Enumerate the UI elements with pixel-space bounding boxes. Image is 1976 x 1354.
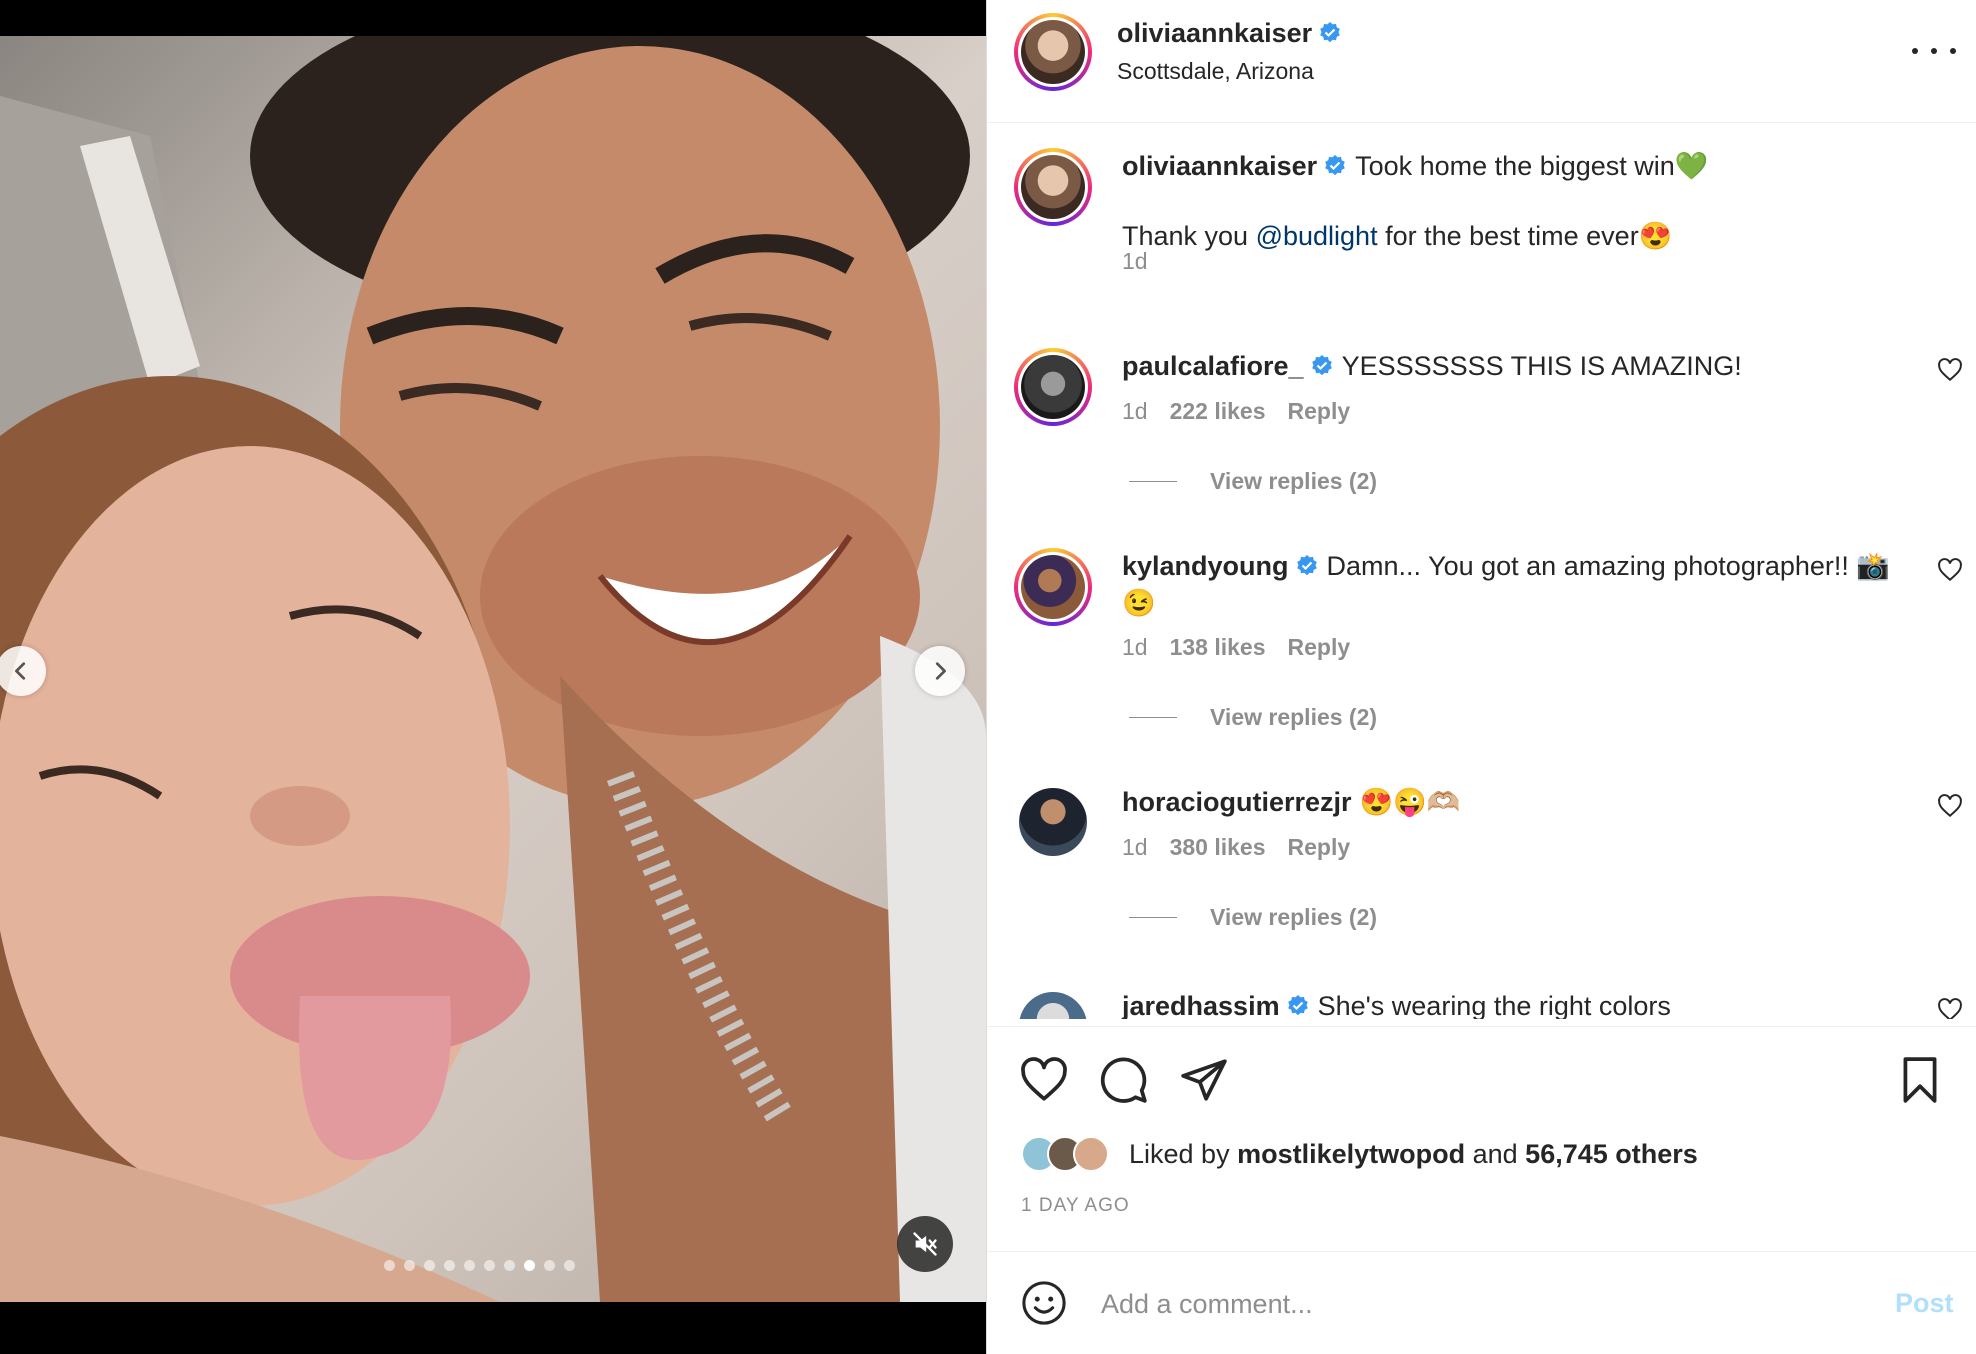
post-photo xyxy=(0,36,986,1302)
comment-likes[interactable]: 380 likes xyxy=(1170,834,1266,861)
comment-time[interactable]: 1d xyxy=(1122,634,1148,661)
carousel-dot xyxy=(484,1260,495,1271)
verified-badge-icon xyxy=(1311,355,1332,376)
view-replies-button[interactable]: View replies (2) xyxy=(1129,468,1377,495)
commenter-avatar[interactable] xyxy=(1014,548,1092,626)
post-actions: Liked by mostlikelytwopod and 56,745 oth… xyxy=(987,1026,1976,1252)
verified-badge-icon xyxy=(1320,22,1340,43)
caption-line-1: Took home the biggest win💚 xyxy=(1355,151,1709,181)
next-slide-button[interactable] xyxy=(915,646,965,696)
comment-bubble-icon[interactable] xyxy=(1099,1055,1149,1105)
post-header: oliviaannkaiser Scottsdale, Arizona xyxy=(987,0,1976,123)
commenter-avatar[interactable] xyxy=(1019,788,1087,856)
reply-button[interactable]: Reply xyxy=(1288,398,1351,425)
comment-time[interactable]: 1d xyxy=(1122,834,1148,861)
comment-meta: 1d 138 likes Reply xyxy=(1122,634,1350,661)
divider xyxy=(1129,917,1177,918)
add-comment-bar: Post xyxy=(987,1252,1976,1354)
comment-body: YESSSSSSS THIS IS AMAZING! xyxy=(1341,351,1742,381)
like-comment-heart-icon[interactable] xyxy=(1937,997,1963,1019)
likers-avatars[interactable] xyxy=(1021,1136,1109,1172)
carousel-dot xyxy=(524,1260,535,1271)
caption-username[interactable]: oliviaannkaiser xyxy=(1122,151,1317,181)
comment-text: kylandyoung Damn... You got an amazing ph… xyxy=(1122,548,1912,622)
commenter-avatar[interactable] xyxy=(1019,992,1087,1019)
post-location[interactable]: Scottsdale, Arizona xyxy=(1117,58,1314,85)
comment-username[interactable]: jaredhassim xyxy=(1122,991,1280,1019)
commenter-avatar[interactable] xyxy=(1014,348,1092,426)
comment-likes[interactable]: 138 likes xyxy=(1170,634,1266,661)
divider xyxy=(1129,717,1177,718)
caption-text: oliviaannkaiser Took home the biggest win… xyxy=(1122,148,1912,255)
verified-badge-icon xyxy=(1287,995,1308,1016)
comment-body: 😍😜🫶🏼 xyxy=(1359,787,1461,817)
caption-line-2: Thank you @budlight for the best time ev… xyxy=(1122,221,1673,251)
reply-button[interactable]: Reply xyxy=(1288,634,1351,661)
comment-username[interactable]: paulcalafiore_ xyxy=(1122,351,1304,381)
carousel-dot xyxy=(464,1260,475,1271)
comment-username[interactable]: horaciogutierrezjr xyxy=(1122,787,1352,817)
liker-avatar xyxy=(1073,1136,1109,1172)
carousel-dot xyxy=(504,1260,515,1271)
liked-by-others-link[interactable]: 56,745 others xyxy=(1525,1139,1698,1169)
comment-meta: 1d 380 likes Reply xyxy=(1122,834,1350,861)
post-comment-button[interactable]: Post xyxy=(1895,1288,1954,1319)
comment-body: She's wearing the right colors xyxy=(1317,991,1671,1019)
comments-list[interactable]: oliviaannkaiser Took home the biggest win… xyxy=(987,124,1976,1019)
share-paper-plane-icon[interactable] xyxy=(1179,1055,1229,1105)
carousel-dot xyxy=(444,1260,455,1271)
like-comment-heart-icon[interactable] xyxy=(1937,557,1963,583)
caption-meta: 1d xyxy=(1122,248,1148,275)
mention-link[interactable]: @budlight xyxy=(1256,221,1378,251)
comment-likes[interactable]: 222 likes xyxy=(1170,398,1266,425)
post-media xyxy=(0,0,986,1354)
comment-text: jaredhassim She's wearing the right color… xyxy=(1122,988,1912,1019)
comment-username[interactable]: kylandyoung xyxy=(1122,551,1289,581)
carousel-dot xyxy=(384,1260,395,1271)
comment-input[interactable] xyxy=(1101,1282,1801,1326)
chevron-right-icon xyxy=(935,662,946,680)
verified-badge-icon xyxy=(1296,555,1317,576)
carousel-dot xyxy=(424,1260,435,1271)
dot-icon xyxy=(1950,48,1956,54)
comment-time[interactable]: 1d xyxy=(1122,398,1148,425)
like-comment-heart-icon[interactable] xyxy=(1937,357,1963,383)
like-comment-heart-icon[interactable] xyxy=(1937,793,1963,819)
author-avatar[interactable] xyxy=(1014,148,1092,226)
comment-meta: 1d 222 likes Reply xyxy=(1122,398,1350,425)
carousel-indicator xyxy=(384,1260,575,1271)
comment-text: horaciogutierrezjr 😍😜🫶🏼 xyxy=(1122,784,1912,821)
dot-icon xyxy=(1912,48,1918,54)
post-details-panel: oliviaannkaiser Scottsdale, Arizona oliv… xyxy=(986,0,1976,1354)
emoji-icon[interactable] xyxy=(1021,1280,1067,1326)
carousel-dot xyxy=(404,1260,415,1271)
carousel-dot xyxy=(564,1260,575,1271)
view-replies-button[interactable]: View replies (2) xyxy=(1129,704,1377,731)
post-timestamp[interactable]: 1 DAY AGO xyxy=(1021,1195,1130,1217)
divider xyxy=(1129,481,1177,482)
caption-time[interactable]: 1d xyxy=(1122,248,1148,275)
dot-icon xyxy=(1931,48,1937,54)
liked-by-user-link[interactable]: mostlikelytwopod xyxy=(1237,1139,1465,1169)
like-heart-icon[interactable] xyxy=(1019,1055,1069,1105)
speaker-muted-icon xyxy=(913,1232,937,1256)
more-options-button[interactable] xyxy=(1912,36,1956,66)
reply-button[interactable]: Reply xyxy=(1288,834,1351,861)
comment-text: paulcalafiore_ YESSSSSSS THIS IS AMAZING! xyxy=(1122,348,1912,385)
mute-toggle-button[interactable] xyxy=(897,1216,953,1272)
chevron-left-icon xyxy=(15,662,26,680)
liked-by-text: Liked by mostlikelytwopod and 56,745 oth… xyxy=(1129,1139,1698,1169)
bookmark-icon[interactable] xyxy=(1895,1055,1945,1105)
verified-badge-icon xyxy=(1325,155,1345,176)
view-replies-button[interactable]: View replies (2) xyxy=(1129,904,1377,931)
carousel-dot xyxy=(544,1260,555,1271)
author-username[interactable]: oliviaannkaiser xyxy=(1117,18,1342,49)
photo-illustration xyxy=(0,36,986,1302)
author-avatar[interactable] xyxy=(1014,13,1092,91)
